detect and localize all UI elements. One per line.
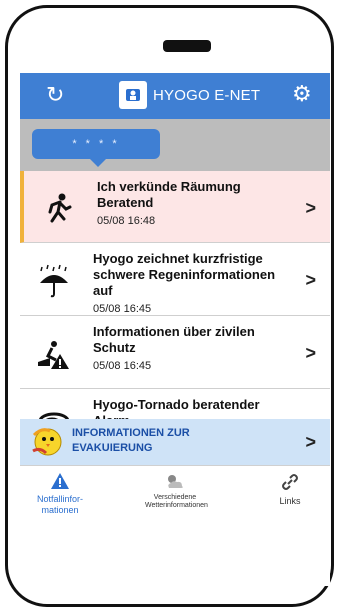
chevron-right-icon: > [305,198,316,218]
app-screen: ↻ HYOGO E-NET ⚙ * * * * Ich verkünde Räu… [20,73,330,586]
refresh-icon[interactable]: ↻ [46,83,64,107]
mascot-bird-icon [32,428,62,456]
evacuation-label: INFORMATIONEN ZUR EVAKUIERUNG [72,427,190,454]
item-time: 05/08 16:48 [97,215,156,227]
tab-label: Verschiedene Wetterinformationen [145,494,208,509]
app-title: HYOGO E-NET [153,86,261,104]
item-title: Hyogo zeichnet kurzfristige schwere Rege… [93,251,276,298]
civil-protection-icon [38,341,69,369]
tab-weather-info[interactable]: Verschiedene Wetterinformationen [130,472,220,510]
list-item[interactable]: Informationen über zivilen Schutz 05/08 … [20,316,330,389]
brand: HYOGO E-NET [119,81,260,109]
chevron-right-icon: > [305,270,316,290]
bottom-nav: Notfallinfor-mationen Verschiedene Wette… [20,465,330,526]
running-person-icon [48,193,72,223]
evacuation-info-button[interactable]: INFORMATIONEN ZUR EVAKUIERUNG > [20,419,330,465]
tab-label: Notfallinfor-mationen [36,494,83,515]
chevron-right-icon: > [305,343,316,363]
tab-emergency-info[interactable]: Notfallinfor-mationen [20,472,100,516]
item-time: 05/08 16:45 [93,360,152,372]
warning-icon [20,472,100,494]
speaker [163,40,211,52]
app-header: ↻ HYOGO E-NET ⚙ [20,73,330,119]
gear-icon[interactable]: ⚙ [292,82,312,106]
item-time: 05/08 16:45 [93,303,152,315]
list-item[interactable]: Ich verkünde Räumung Beratend 05/08 16:4… [20,171,330,243]
item-title: Ich verkünde Räumung Beratend [97,179,241,210]
info-banner: * * * * [20,119,330,171]
chevron-right-icon: > [305,432,316,452]
rain-umbrella-icon [40,264,68,298]
hyogo-logo-icon [119,81,147,109]
speech-bubble: * * * * [32,129,160,167]
item-title: Informationen über zivilen Schutz [93,324,255,355]
list-item[interactable]: Hyogo zeichnet kurzfristige schwere Rege… [20,243,330,316]
tab-links[interactable]: Links [250,472,330,507]
weather-icon [130,472,220,494]
link-icon [250,472,330,496]
tab-label: Links [279,496,301,506]
